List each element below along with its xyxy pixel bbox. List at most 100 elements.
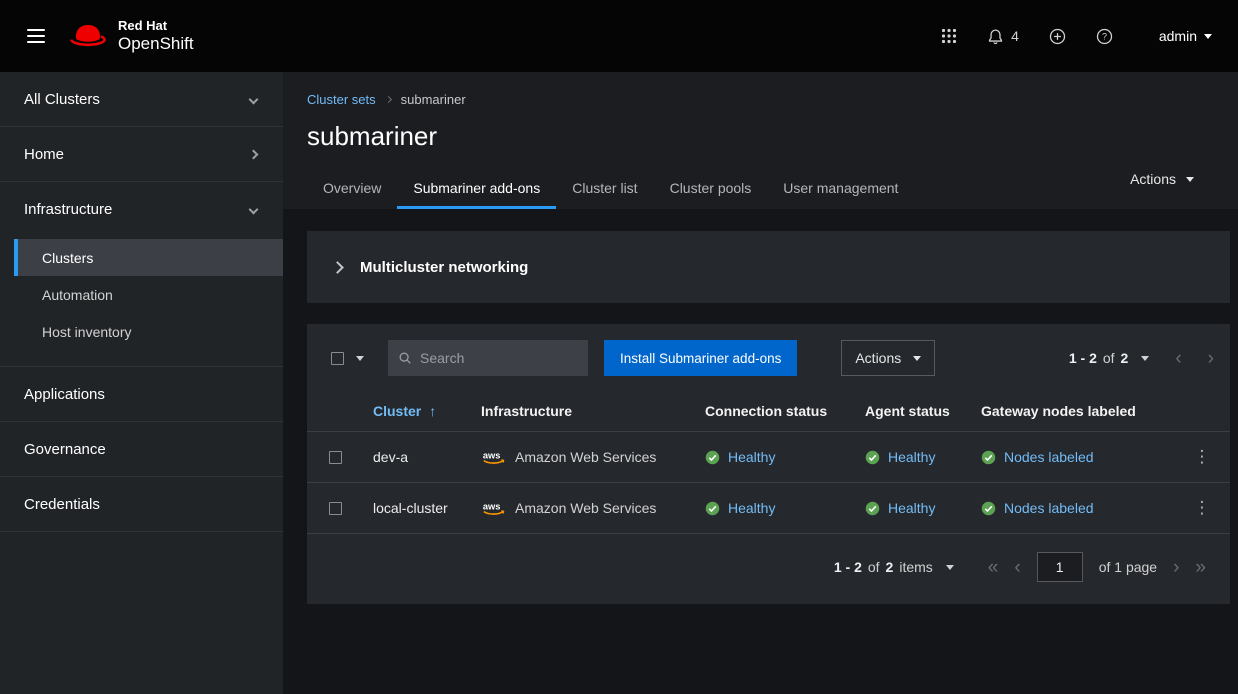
connection-status-link[interactable]: Healthy: [728, 500, 775, 516]
content-area: Multicluster networking Ins: [283, 209, 1238, 694]
page-count-label: of 1 page: [1099, 559, 1157, 575]
bulk-select-dropdown[interactable]: [323, 340, 372, 376]
install-submariner-button[interactable]: Install Submariner add-ons: [604, 340, 797, 376]
items-per-page-dropdown[interactable]: 1 - 2 of 2 items: [834, 559, 954, 575]
tab-cluster-pools[interactable]: Cluster pools: [654, 170, 768, 209]
select-all-checkbox[interactable]: [331, 352, 344, 365]
chevron-down-icon: [249, 205, 259, 215]
row-kebab-menu[interactable]: ⋮: [1186, 498, 1219, 518]
breadcrumb-current: submariner: [401, 92, 466, 107]
caret-down-icon: [356, 356, 364, 361]
nodes-labeled-status-icon: [981, 501, 996, 516]
multicluster-networking-expandable[interactable]: Multicluster networking: [307, 231, 1230, 303]
caret-down-icon: [946, 565, 954, 570]
pagination-items-word: items: [899, 559, 932, 575]
next-page-button[interactable]: ›: [1208, 349, 1214, 368]
brand-logo: Red Hat OpenShift: [68, 19, 194, 53]
nav-toggle-button[interactable]: [14, 14, 58, 58]
sidebar-item-host-inventory[interactable]: Host inventory: [14, 313, 283, 350]
sidebar-item-automation[interactable]: Automation: [14, 276, 283, 313]
cluster-name: dev-a: [357, 434, 465, 480]
pagination-range: 1 - 2: [834, 559, 862, 575]
sidebar-item-applications[interactable]: Applications: [0, 367, 283, 422]
caret-down-icon: [1141, 356, 1149, 361]
user-menu-button[interactable]: admin: [1159, 28, 1212, 44]
pagination-total: 2: [886, 559, 894, 575]
tab-user-management[interactable]: User management: [767, 170, 914, 209]
healthy-status-icon: [705, 501, 720, 516]
infrastructure-label: Amazon Web Services: [515, 449, 656, 465]
notification-count-badge: 4: [1011, 28, 1019, 44]
breadcrumb: Cluster sets submariner: [307, 92, 1214, 107]
main-content: Cluster sets submariner submariner Actio…: [283, 72, 1238, 694]
redhat-hat-icon: [68, 22, 108, 50]
gateway-nodes-link[interactable]: Nodes labeled: [1004, 500, 1094, 516]
app-launcher-grid-icon: [941, 28, 957, 44]
perspective-switcher[interactable]: All Clusters: [0, 72, 283, 127]
row-checkbox[interactable]: [329, 502, 342, 515]
gateway-nodes-link[interactable]: Nodes labeled: [1004, 449, 1094, 465]
agent-status-link[interactable]: Healthy: [888, 500, 935, 516]
pagination-of: of: [1103, 350, 1115, 366]
search-input[interactable]: [420, 350, 578, 366]
table-toolbar: Install Submariner add-ons Actions 1 - 2…: [307, 340, 1230, 392]
help-button[interactable]: ?: [1096, 28, 1113, 45]
aws-icon: aws: [481, 500, 507, 516]
sidebar-item-clusters[interactable]: Clusters: [14, 239, 283, 276]
svg-text:aws: aws: [483, 450, 501, 460]
caret-down-icon: [1204, 34, 1212, 39]
tab-overview[interactable]: Overview: [307, 170, 397, 209]
prev-page-button[interactable]: ‹: [1175, 349, 1181, 368]
sidebar: All Clusters Home Infrastructure Cluster…: [0, 72, 283, 694]
toolbar-actions-dropdown[interactable]: Actions: [841, 340, 935, 376]
column-header-infrastructure[interactable]: Infrastructure: [465, 392, 689, 431]
masthead-toolbar: 4 ? admin: [941, 28, 1212, 45]
aws-icon: aws: [481, 449, 507, 465]
table-row-local-cluster: local-cluster aws Amazon Web Services: [307, 483, 1230, 534]
connection-status-link[interactable]: Healthy: [728, 449, 775, 465]
last-page-button[interactable]: »: [1195, 558, 1206, 577]
column-header-connection-status: Connection status: [689, 392, 849, 431]
tabs: Overview Submariner add-ons Cluster list…: [307, 170, 1214, 209]
sidebar-item-governance[interactable]: Governance: [0, 422, 283, 477]
question-circle-icon: ?: [1096, 28, 1113, 45]
prev-page-button-bottom[interactable]: ‹: [1014, 558, 1020, 577]
sidebar-item-label: Infrastructure: [24, 201, 112, 218]
svg-text:aws: aws: [483, 501, 501, 511]
toolbar-actions-label: Actions: [855, 350, 901, 366]
next-page-button-bottom[interactable]: ›: [1173, 558, 1179, 577]
healthy-status-icon: [865, 450, 880, 465]
row-kebab-menu[interactable]: ⋮: [1186, 447, 1219, 467]
current-page-input[interactable]: [1037, 552, 1083, 582]
page-actions-dropdown[interactable]: Actions: [1130, 171, 1194, 187]
sidebar-item-label: Governance: [24, 441, 106, 458]
notifications-button[interactable]: 4: [987, 28, 1019, 45]
row-checkbox[interactable]: [329, 451, 342, 464]
nodes-labeled-status-icon: [981, 450, 996, 465]
infrastructure-subnav: Clusters Automation Host inventory: [0, 237, 283, 367]
add-button[interactable]: [1049, 28, 1066, 45]
sidebar-item-infrastructure[interactable]: Infrastructure: [0, 182, 283, 237]
sidebar-item-home[interactable]: Home: [0, 127, 283, 182]
healthy-status-icon: [705, 450, 720, 465]
app-launcher-button[interactable]: [941, 28, 957, 44]
caret-down-icon: [1186, 177, 1194, 182]
user-menu-label: admin: [1159, 28, 1197, 44]
first-page-button[interactable]: «: [988, 558, 999, 577]
sidebar-item-label: Home: [24, 146, 64, 163]
tab-submariner-add-ons[interactable]: Submariner add-ons: [397, 170, 556, 209]
column-header-cluster[interactable]: Cluster ↑: [357, 392, 465, 431]
breadcrumb-cluster-sets-link[interactable]: Cluster sets: [307, 92, 376, 107]
sidebar-item-credentials[interactable]: Credentials: [0, 477, 283, 532]
column-header-gateway-nodes: Gateway nodes labeled: [965, 392, 1182, 431]
cluster-name: local-cluster: [357, 485, 465, 531]
sidebar-item-label: Applications: [24, 386, 105, 403]
search-box: [388, 340, 588, 376]
submariner-addons-card: Install Submariner add-ons Actions 1 - 2…: [307, 324, 1230, 604]
table-header-row: Cluster ↑ Infrastructure Connection stat…: [307, 392, 1230, 432]
tab-cluster-list[interactable]: Cluster list: [556, 170, 653, 209]
agent-status-link[interactable]: Healthy: [888, 449, 935, 465]
pagination-summary-dropdown[interactable]: 1 - 2 of 2: [1069, 350, 1150, 366]
pagination-range: 1 - 2: [1069, 350, 1097, 366]
infrastructure-label: Amazon Web Services: [515, 500, 656, 516]
